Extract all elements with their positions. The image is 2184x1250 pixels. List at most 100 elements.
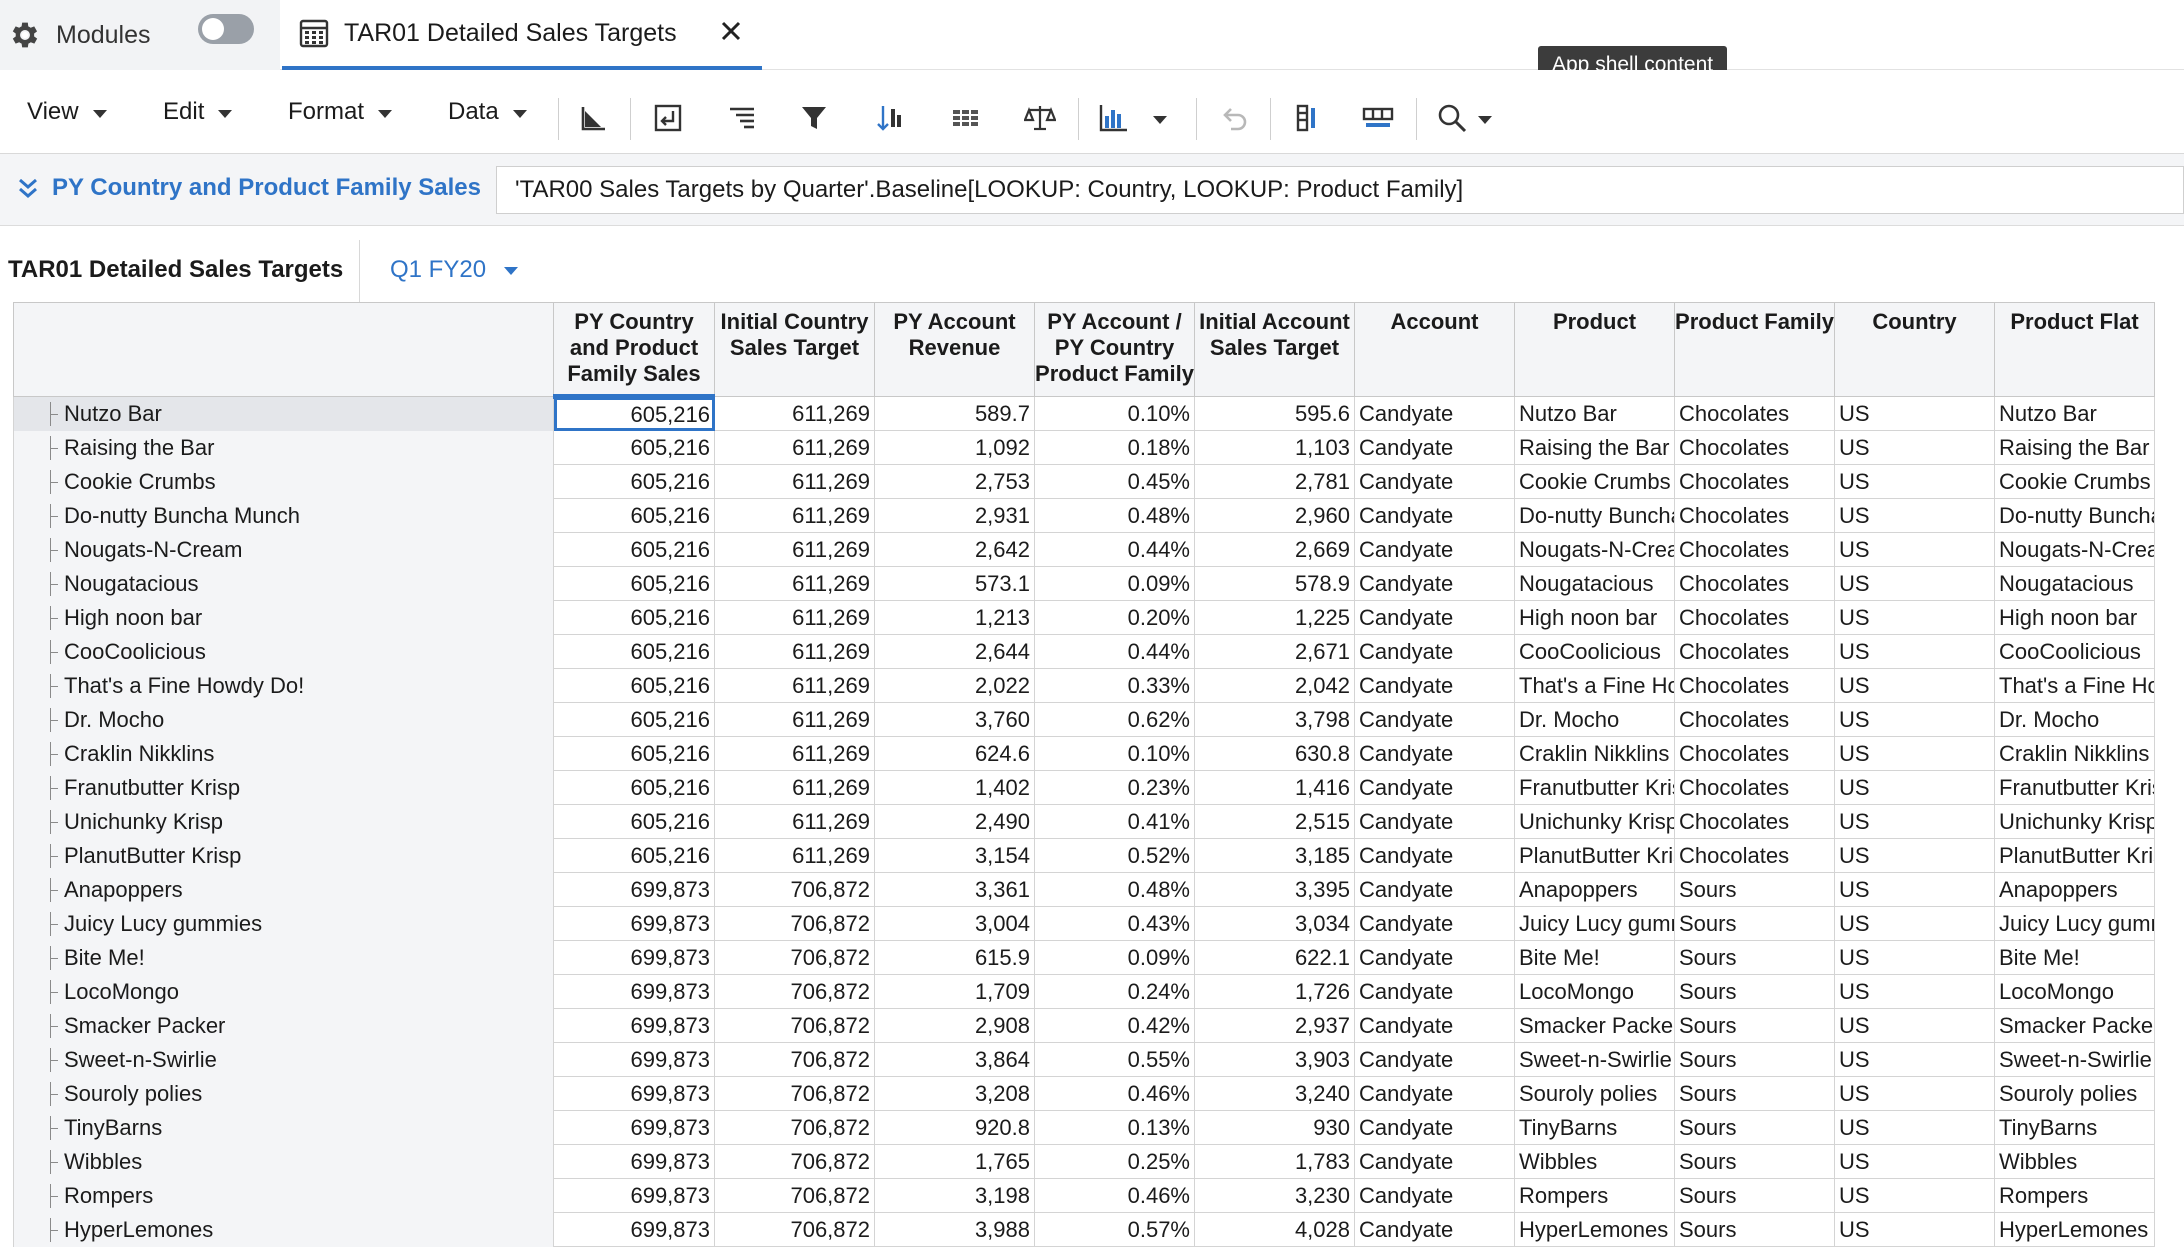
grid-cell[interactable]: US bbox=[1834, 396, 1995, 431]
grid-cell[interactable]: US bbox=[1834, 1144, 1995, 1179]
grid-cell[interactable]: Chocolates bbox=[1674, 396, 1835, 431]
row-label[interactable]: Craklin Nikklins bbox=[13, 736, 554, 771]
grid-cell[interactable]: 2,515 bbox=[1194, 804, 1355, 839]
grid-cell[interactable]: Candyate bbox=[1354, 498, 1515, 533]
grid-cell[interactable]: 0.41% bbox=[1034, 804, 1195, 839]
grid-cell[interactable]: TinyBarns bbox=[1994, 1110, 2155, 1145]
grid-cell[interactable]: 0.10% bbox=[1034, 736, 1195, 771]
grid-cell[interactable]: 595.6 bbox=[1194, 396, 1355, 431]
grid-cell[interactable]: 0.20% bbox=[1034, 600, 1195, 635]
column-header[interactable]: Product Family bbox=[1674, 302, 1835, 397]
grid-cell[interactable]: 0.33% bbox=[1034, 668, 1195, 703]
grid-cell[interactable]: US bbox=[1834, 702, 1995, 737]
grid-cell[interactable]: 699,873 bbox=[553, 1008, 715, 1043]
undo-icon[interactable] bbox=[1216, 100, 1252, 136]
grid-cell[interactable]: 930 bbox=[1194, 1110, 1355, 1145]
grid-view-icon[interactable] bbox=[948, 100, 984, 136]
grid-cell[interactable]: 3,034 bbox=[1194, 906, 1355, 941]
grid-cell[interactable]: Sours bbox=[1674, 1076, 1835, 1111]
grid-cell[interactable]: 605,216 bbox=[553, 498, 715, 533]
modules-toggle[interactable] bbox=[198, 14, 254, 44]
grid-cell[interactable]: Chocolates bbox=[1674, 566, 1835, 601]
grid-cell[interactable]: CooCoolicious bbox=[1514, 634, 1675, 669]
grid-cell[interactable]: 706,872 bbox=[714, 906, 875, 941]
grid-cell[interactable]: Smacker Packer bbox=[1994, 1008, 2155, 1043]
line-item-name[interactable]: PY Country and Product Family Sales bbox=[52, 174, 481, 202]
grid-cell[interactable]: 2,042 bbox=[1194, 668, 1355, 703]
grid-cell[interactable]: Candyate bbox=[1354, 1042, 1515, 1077]
grid-cell[interactable]: 2,908 bbox=[874, 1008, 1035, 1043]
grid-cell[interactable]: 2,931 bbox=[874, 498, 1035, 533]
grid-cell[interactable]: CooCoolicious bbox=[1994, 634, 2155, 669]
grid-cell[interactable]: Candyate bbox=[1354, 804, 1515, 839]
chart-icon[interactable] bbox=[1096, 100, 1132, 136]
grid-cell[interactable]: Juicy Lucy gummies bbox=[1514, 906, 1675, 941]
grid-cell[interactable]: Nutzo Bar bbox=[1994, 396, 2155, 431]
grid-cell[interactable]: 3,395 bbox=[1194, 872, 1355, 907]
column-insert-icon[interactable] bbox=[1288, 100, 1324, 136]
grid-cell[interactable]: Sours bbox=[1674, 1110, 1835, 1145]
grid-cell[interactable]: 3,230 bbox=[1194, 1178, 1355, 1213]
column-header[interactable]: Product Flat bbox=[1994, 302, 2155, 397]
grid-cell[interactable]: 0.09% bbox=[1034, 566, 1195, 601]
grid-cell[interactable]: 1,765 bbox=[874, 1144, 1035, 1179]
grid-cell[interactable]: Smacker Packer bbox=[1514, 1008, 1675, 1043]
grid-cell[interactable]: 611,269 bbox=[714, 532, 875, 567]
grid-cell[interactable]: Candyate bbox=[1354, 430, 1515, 465]
grid-cell[interactable]: Chocolates bbox=[1674, 464, 1835, 499]
grid-cell[interactable]: 605,216 bbox=[553, 838, 715, 873]
grid-cell[interactable]: Chocolates bbox=[1674, 736, 1835, 771]
grid-cell[interactable]: Chocolates bbox=[1674, 600, 1835, 635]
grid-cell[interactable]: 0.62% bbox=[1034, 702, 1195, 737]
grid-cell[interactable]: 611,269 bbox=[714, 804, 875, 839]
row-label[interactable]: CooCoolicious bbox=[13, 634, 554, 669]
grid-cell[interactable]: US bbox=[1834, 1110, 1995, 1145]
grid-cell[interactable]: Wibbles bbox=[1994, 1144, 2155, 1179]
grid-cell[interactable]: Sours bbox=[1674, 1144, 1835, 1179]
grid-cell[interactable]: Unichunky Krisp bbox=[1514, 804, 1675, 839]
grid-cell[interactable]: 611,269 bbox=[714, 396, 875, 431]
grid-cell[interactable]: 699,873 bbox=[553, 1110, 715, 1145]
grid-cell[interactable]: 1,416 bbox=[1194, 770, 1355, 805]
grid-cell[interactable]: 2,022 bbox=[874, 668, 1035, 703]
row-label[interactable]: Souroly polies bbox=[13, 1076, 554, 1111]
grid-cell[interactable]: Unichunky Krisp bbox=[1994, 804, 2155, 839]
grid-cell[interactable]: US bbox=[1834, 1076, 1995, 1111]
grid-cell[interactable]: US bbox=[1834, 906, 1995, 941]
grid-cell[interactable]: 706,872 bbox=[714, 1212, 875, 1247]
grid-cell[interactable]: 605,216 bbox=[553, 464, 715, 499]
row-label[interactable]: Sweet-n-Swirlie bbox=[13, 1042, 554, 1077]
grid-cell[interactable]: Souroly polies bbox=[1994, 1076, 2155, 1111]
grid-cell[interactable]: Chocolates bbox=[1674, 430, 1835, 465]
grid-cell[interactable]: 699,873 bbox=[553, 1178, 715, 1213]
grid-cell[interactable]: 0.44% bbox=[1034, 532, 1195, 567]
grid-cell[interactable]: 0.09% bbox=[1034, 940, 1195, 975]
row-label[interactable]: TinyBarns bbox=[13, 1110, 554, 1145]
grid-cell[interactable]: 4,028 bbox=[1194, 1212, 1355, 1247]
grid-cell[interactable]: 611,269 bbox=[714, 736, 875, 771]
column-header[interactable]: Product bbox=[1514, 302, 1675, 397]
grid-cell[interactable]: 622.1 bbox=[1194, 940, 1355, 975]
grid-cell[interactable]: Nutzo Bar bbox=[1514, 396, 1675, 431]
grid-cell[interactable]: Craklin Nikklins bbox=[1994, 736, 2155, 771]
filter-icon[interactable] bbox=[796, 100, 832, 136]
grid-cell[interactable]: Nougatacious bbox=[1514, 566, 1675, 601]
grid-cell[interactable]: 605,216 bbox=[553, 634, 715, 669]
grid-cell[interactable]: 624.6 bbox=[874, 736, 1035, 771]
grid-cell[interactable]: Candyate bbox=[1354, 1008, 1515, 1043]
grid-cell[interactable]: 3,903 bbox=[1194, 1042, 1355, 1077]
grid-cell[interactable]: 1,726 bbox=[1194, 974, 1355, 1009]
grid-cell[interactable]: PlanutButter Krisp bbox=[1514, 838, 1675, 873]
grid-cell[interactable]: Candyate bbox=[1354, 1144, 1515, 1179]
grid-cell[interactable]: US bbox=[1834, 668, 1995, 703]
grid-cell[interactable]: Candyate bbox=[1354, 770, 1515, 805]
grid-cell[interactable]: 706,872 bbox=[714, 1042, 875, 1077]
grid-cell[interactable]: 615.9 bbox=[874, 940, 1035, 975]
grid-cell[interactable]: 611,269 bbox=[714, 838, 875, 873]
grid-cell[interactable]: High noon bar bbox=[1994, 600, 2155, 635]
row-label[interactable]: Nutzo Bar bbox=[13, 396, 554, 431]
grid-cell[interactable]: Bite Me! bbox=[1994, 940, 2155, 975]
grid-cell[interactable]: 611,269 bbox=[714, 430, 875, 465]
grid-cell[interactable]: 0.46% bbox=[1034, 1076, 1195, 1111]
grid-cell[interactable]: 611,269 bbox=[714, 600, 875, 635]
